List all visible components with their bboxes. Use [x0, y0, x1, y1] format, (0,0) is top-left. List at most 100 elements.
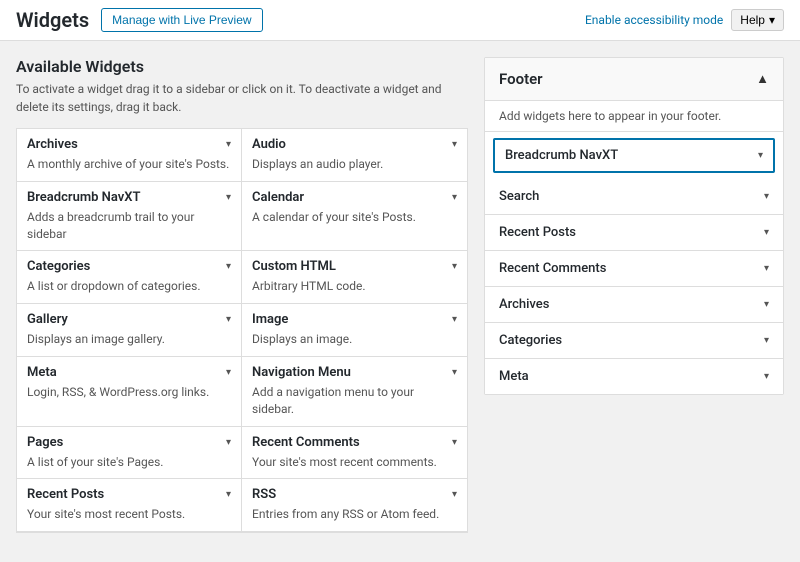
- chevron-down-icon[interactable]: ▾: [452, 489, 457, 500]
- chevron-down-icon[interactable]: ▾: [764, 371, 769, 382]
- chevron-down-icon[interactable]: ▾: [226, 437, 231, 448]
- right-panel: Footer ▲ Add widgets here to appear in y…: [484, 57, 784, 533]
- widget-name: Gallery: [27, 312, 68, 327]
- widget-name: RSS: [252, 487, 276, 502]
- chevron-up-icon: ▲: [756, 71, 769, 87]
- chevron-down-icon[interactable]: ▾: [226, 139, 231, 150]
- widget-name: Recent Comments: [252, 435, 360, 450]
- footer-box: Footer ▲ Add widgets here to appear in y…: [484, 57, 784, 395]
- widget-name: Audio: [252, 137, 286, 152]
- widget-item[interactable]: Audio ▾ Displays an audio player.: [242, 129, 467, 182]
- widget-desc: Displays an image.: [252, 331, 457, 348]
- top-bar-left: Widgets Manage with Live Preview: [16, 8, 263, 32]
- widget-item[interactable]: Navigation Menu ▾ Add a navigation menu …: [242, 357, 467, 427]
- widget-item[interactable]: Gallery ▾ Displays an image gallery.: [17, 304, 242, 357]
- accessibility-mode-link[interactable]: Enable accessibility mode: [585, 13, 723, 27]
- widget-desc: Login, RSS, & WordPress.org links.: [27, 384, 231, 401]
- manage-live-preview-button[interactable]: Manage with Live Preview: [101, 8, 262, 32]
- widget-item[interactable]: Custom HTML ▾ Arbitrary HTML code.: [242, 251, 467, 304]
- chevron-down-icon[interactable]: ▾: [764, 263, 769, 274]
- widget-header: Categories ▾: [27, 259, 231, 274]
- widget-header: Image ▾: [252, 312, 457, 327]
- widget-item[interactable]: Recent Comments ▾ Your site's most recen…: [242, 427, 467, 480]
- chevron-down-icon[interactable]: ▾: [452, 367, 457, 378]
- widget-item[interactable]: Calendar ▾ A calendar of your site's Pos…: [242, 182, 467, 252]
- top-bar-right: Enable accessibility mode Help ▾: [585, 9, 784, 31]
- footer-title: Footer: [499, 70, 543, 88]
- widget-name: Image: [252, 312, 288, 327]
- footer-widget-item[interactable]: Recent Comments ▾: [485, 251, 783, 287]
- chevron-down-icon[interactable]: ▾: [452, 192, 457, 203]
- widget-item[interactable]: Recent Posts ▾ Your site's most recent P…: [17, 479, 242, 532]
- footer-widgets-list: Breadcrumb NavXT ▾ Search ▾ Recent Posts…: [485, 138, 783, 394]
- footer-widget-name: Archives: [499, 297, 549, 312]
- widget-header: Pages ▾: [27, 435, 231, 450]
- chevron-down-icon[interactable]: ▾: [226, 261, 231, 272]
- footer-widget-item[interactable]: Search ▾: [485, 179, 783, 215]
- widget-desc: Displays an image gallery.: [27, 331, 231, 348]
- chevron-down-icon[interactable]: ▾: [764, 227, 769, 238]
- widget-item[interactable]: Archives ▾ A monthly archive of your sit…: [17, 129, 242, 182]
- footer-widget-name: Recent Posts: [499, 225, 576, 240]
- widget-desc: Add a navigation menu to your sidebar.: [252, 384, 457, 418]
- widget-header: Calendar ▾: [252, 190, 457, 205]
- widget-desc: Displays an audio player.: [252, 156, 457, 173]
- widget-desc: Your site's most recent comments.: [252, 454, 457, 471]
- widget-name: Navigation Menu: [252, 365, 351, 380]
- widget-item[interactable]: Meta ▾ Login, RSS, & WordPress.org links…: [17, 357, 242, 427]
- widget-name: Pages: [27, 435, 63, 450]
- widget-desc: A calendar of your site's Posts.: [252, 209, 457, 226]
- widget-desc: Adds a breadcrumb trail to your sidebar: [27, 209, 231, 243]
- widget-desc: A monthly archive of your site's Posts.: [27, 156, 231, 173]
- footer-widget-item[interactable]: Recent Posts ▾: [485, 215, 783, 251]
- widget-item[interactable]: Breadcrumb NavXT ▾ Adds a breadcrumb tra…: [17, 182, 242, 252]
- footer-widget-name: Recent Comments: [499, 261, 606, 276]
- chevron-down-icon[interactable]: ▾: [764, 299, 769, 310]
- footer-widget-item[interactable]: Archives ▾: [485, 287, 783, 323]
- footer-header: Footer ▲: [485, 58, 783, 101]
- footer-widget-item[interactable]: Categories ▾: [485, 323, 783, 359]
- widget-desc: Your site's most recent Posts.: [27, 506, 231, 523]
- widget-header: RSS ▾: [252, 487, 457, 502]
- available-widgets-desc: To activate a widget drag it to a sideba…: [16, 80, 468, 116]
- available-widgets-title: Available Widgets: [16, 57, 468, 76]
- widget-header: Recent Posts ▾: [27, 487, 231, 502]
- widget-item[interactable]: Categories ▾ A list or dropdown of categ…: [17, 251, 242, 304]
- widget-name: Custom HTML: [252, 259, 336, 274]
- chevron-down-icon[interactable]: ▾: [758, 150, 763, 161]
- widget-header: Gallery ▾: [27, 312, 231, 327]
- chevron-down-icon[interactable]: ▾: [452, 261, 457, 272]
- widget-header: Navigation Menu ▾: [252, 365, 457, 380]
- page-title: Widgets: [16, 8, 89, 32]
- footer-widget-item-highlighted[interactable]: Breadcrumb NavXT ▾: [493, 138, 775, 173]
- widget-name: Meta: [27, 365, 57, 380]
- chevron-down-icon[interactable]: ▾: [226, 192, 231, 203]
- help-button[interactable]: Help ▾: [731, 9, 784, 31]
- chevron-down-icon: ▾: [769, 13, 775, 27]
- footer-widget-item[interactable]: Meta ▾: [485, 359, 783, 394]
- footer-widget-name: Meta: [499, 369, 529, 384]
- widget-header: Audio ▾: [252, 137, 457, 152]
- widget-header: Meta ▾: [27, 365, 231, 380]
- widget-header: Recent Comments ▾: [252, 435, 457, 450]
- widgets-grid: Archives ▾ A monthly archive of your sit…: [16, 128, 468, 533]
- chevron-down-icon[interactable]: ▾: [452, 437, 457, 448]
- chevron-down-icon[interactable]: ▾: [764, 191, 769, 202]
- widget-name: Calendar: [252, 190, 304, 205]
- widget-item[interactable]: Pages ▾ A list of your site's Pages.: [17, 427, 242, 480]
- widget-header: Archives ▾: [27, 137, 231, 152]
- widget-name: Breadcrumb NavXT: [27, 190, 140, 205]
- widget-name: Recent Posts: [27, 487, 104, 502]
- chevron-down-icon[interactable]: ▾: [226, 489, 231, 500]
- chevron-down-icon[interactable]: ▾: [226, 367, 231, 378]
- widget-desc: Entries from any RSS or Atom feed.: [252, 506, 457, 523]
- chevron-down-icon[interactable]: ▾: [452, 314, 457, 325]
- widget-item[interactable]: Image ▾ Displays an image.: [242, 304, 467, 357]
- footer-widget-name: Breadcrumb NavXT: [505, 148, 618, 163]
- chevron-down-icon[interactable]: ▾: [226, 314, 231, 325]
- chevron-down-icon[interactable]: ▾: [764, 335, 769, 346]
- widget-item[interactable]: RSS ▾ Entries from any RSS or Atom feed.: [242, 479, 467, 532]
- chevron-down-icon[interactable]: ▾: [452, 139, 457, 150]
- content-area: Available Widgets To activate a widget d…: [0, 41, 800, 549]
- widget-desc: Arbitrary HTML code.: [252, 278, 457, 295]
